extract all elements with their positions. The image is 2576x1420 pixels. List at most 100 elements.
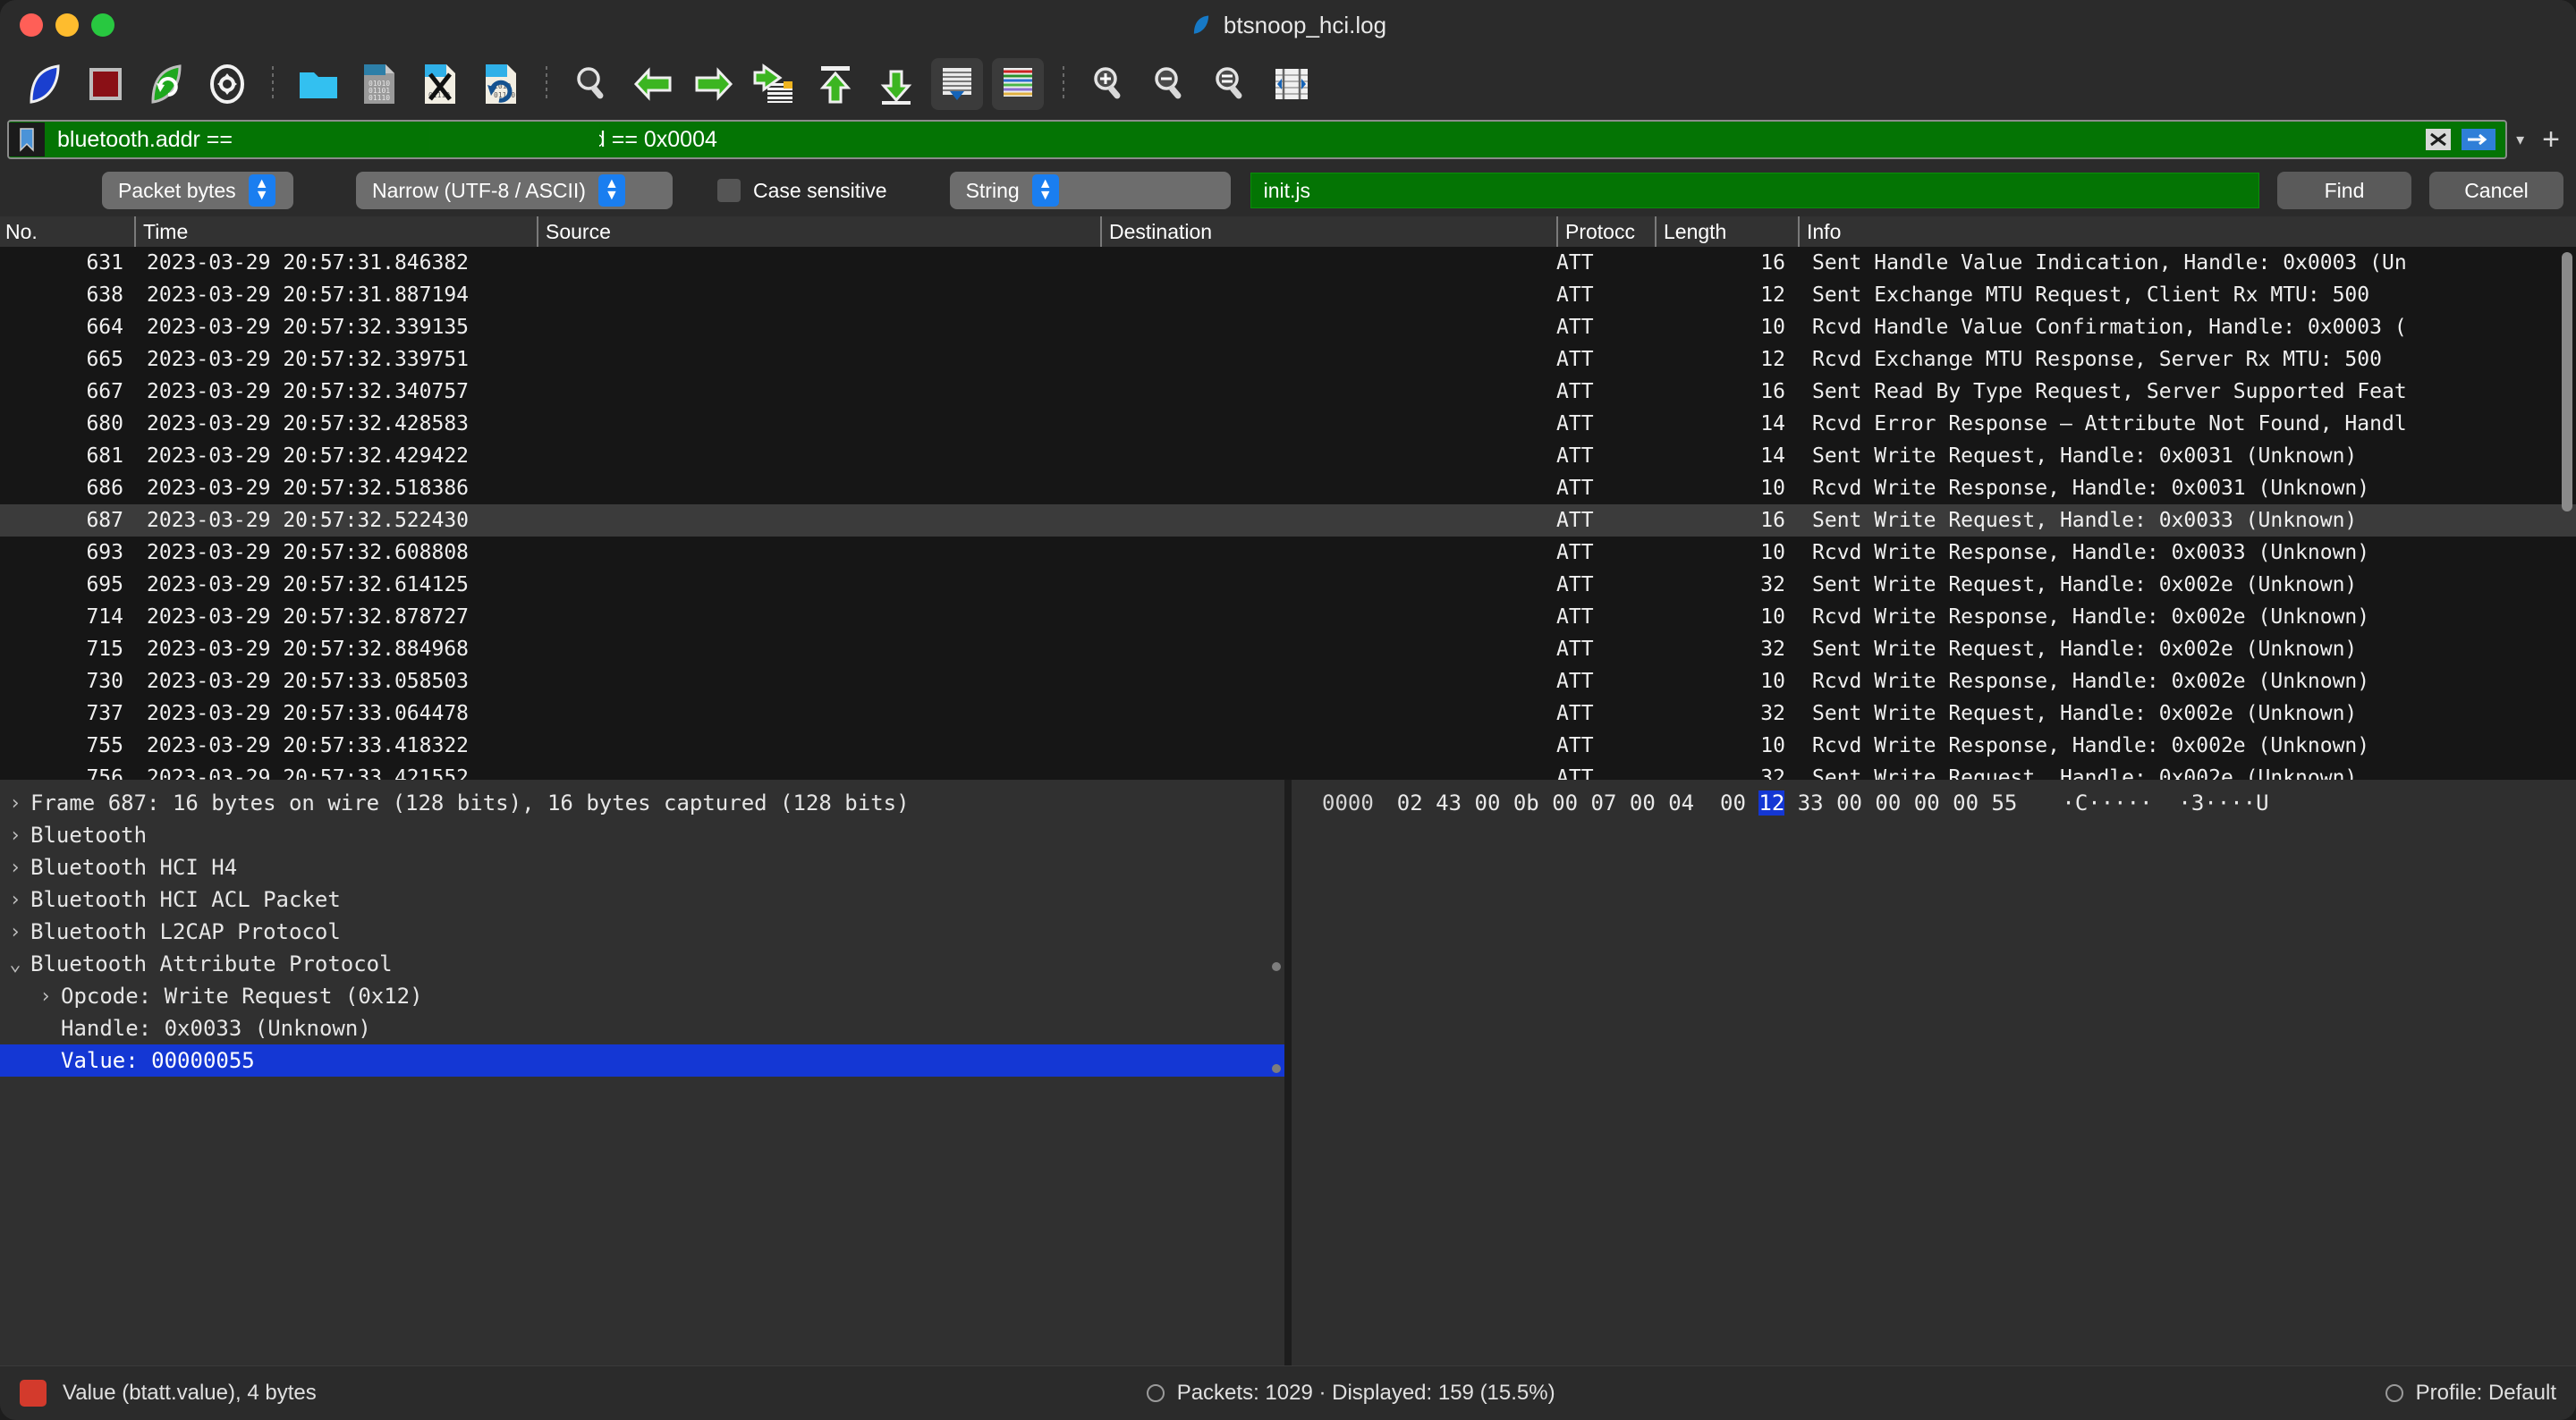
apply-filter-icon[interactable] [2461, 128, 2496, 151]
table-row[interactable]: 680 2023-03-29 20:57:32.428583 ATT 14 Rcvd E… [0, 408, 2576, 440]
scrollbar-thumb[interactable] [2562, 252, 2572, 511]
packet-list-body[interactable]: 631 2023-03-29 20:57:31.846382 ATT 16 Sent H… [0, 247, 2576, 780]
display-filter-input[interactable]: bluetooth.addr == && btl2cap.cid == 0x00… [7, 120, 2508, 159]
find-query-input[interactable]: init.js [1250, 173, 2259, 208]
detail-tree-label: Value: 00000055 [61, 1048, 255, 1073]
close-window-button[interactable] [20, 13, 43, 37]
detail-tree-row[interactable]: ⌄ Bluetooth Attribute Protocol [0, 948, 1284, 980]
column-header-source[interactable]: Source [537, 216, 1100, 247]
zoom-reset-icon[interactable] [1205, 58, 1257, 110]
table-row[interactable]: 737 2023-03-29 20:57:33.064478 ATT 32 Sent W… [0, 697, 2576, 730]
table-row[interactable]: 664 2023-03-29 20:57:32.339135 ATT 10 Rcvd H… [0, 311, 2576, 343]
resize-columns-icon[interactable] [1266, 58, 1318, 110]
zoom-in-icon[interactable] [1083, 58, 1135, 110]
chevron-right-icon[interactable]: › [0, 857, 30, 879]
column-header-no[interactable]: No. [0, 216, 134, 247]
column-header-destination[interactable]: Destination [1100, 216, 1556, 247]
table-row[interactable]: 756 2023-03-29 20:57:33.421552 ATT 32 Sent W… [0, 762, 2576, 780]
find-packet-icon[interactable] [566, 58, 618, 110]
packet-bytes-pane[interactable]: 0000 02 43 00 0b 00 07 00 04 00 12 33 00 … [1292, 780, 2576, 1365]
go-to-first-icon[interactable] [809, 58, 861, 110]
packet-details-pane[interactable]: › Frame 687: 16 bytes on wire (128 bits),… [0, 780, 1284, 1365]
chevron-right-icon[interactable]: › [0, 824, 30, 847]
start-capture-icon[interactable] [19, 58, 71, 110]
cell-length: 32 [1760, 638, 1785, 661]
table-row[interactable]: 686 2023-03-29 20:57:32.518386 ATT 10 Rcvd W… [0, 472, 2576, 504]
detail-tree-row[interactable]: Value: 00000055 [0, 1044, 1284, 1077]
find-search-in-select[interactable]: Packet bytes ▲ ▼ [102, 172, 293, 209]
detail-scroll-knob-bottom[interactable] [1272, 1064, 1281, 1073]
hex-byte-highlighted[interactable]: 12 [1758, 790, 1785, 816]
cell-no: 681 [86, 444, 123, 468]
chevron-right-icon[interactable]: › [0, 889, 30, 911]
table-row[interactable]: 693 2023-03-29 20:57:32.608808 ATT 10 Rcvd W… [0, 537, 2576, 569]
zoom-window-button[interactable] [91, 13, 114, 37]
cell-time: 2023-03-29 20:57:31.846382 [147, 251, 470, 275]
add-filter-button-plus-icon[interactable]: + [2533, 124, 2569, 155]
column-header-time[interactable]: Time [134, 216, 537, 247]
colorize-icon[interactable] [992, 58, 1044, 110]
chevron-right-icon[interactable]: › [0, 921, 30, 943]
table-row[interactable]: 695 2023-03-29 20:57:32.614125 ATT 32 Sent W… [0, 569, 2576, 601]
detail-tree-row[interactable]: › Bluetooth HCI ACL Packet [0, 883, 1284, 916]
save-file-icon[interactable]: 01010 01101 01110 [353, 58, 405, 110]
chevron-right-icon[interactable]: › [0, 792, 30, 815]
detail-tree-row[interactable]: › Opcode: Write Request (0x12) [0, 980, 1284, 1012]
packet-detail-tree[interactable]: › Frame 687: 16 bytes on wire (128 bits),… [0, 780, 1284, 1077]
restart-capture-icon[interactable] [140, 58, 192, 110]
chevron-right-icon[interactable]: › [30, 985, 61, 1008]
cell-protocol: ATT [1556, 702, 1594, 725]
find-button[interactable]: Find [2277, 172, 2411, 209]
chevron-down-icon[interactable]: ⌄ [0, 953, 30, 976]
cell-protocol: ATT [1556, 316, 1594, 339]
cell-no: 665 [86, 348, 123, 371]
cell-length: 16 [1760, 509, 1785, 532]
bookmark-icon[interactable] [9, 123, 45, 156]
table-row[interactable]: 638 2023-03-29 20:57:31.887194 ATT 12 Sent E… [0, 279, 2576, 311]
case-sensitive-checkbox[interactable] [717, 179, 741, 202]
clear-filter-icon[interactable] [2425, 128, 2452, 151]
go-forward-icon[interactable] [688, 58, 740, 110]
filter-history-chevron-down-icon[interactable]: ▾ [2507, 131, 2533, 149]
table-row[interactable]: 715 2023-03-29 20:57:32.884968 ATT 32 Sent W… [0, 633, 2576, 665]
table-row[interactable]: 665 2023-03-29 20:57:32.339751 ATT 12 Rcvd E… [0, 343, 2576, 376]
table-row[interactable]: 755 2023-03-29 20:57:33.418322 ATT 10 Rcvd W… [0, 730, 2576, 762]
stop-capture-icon[interactable] [80, 58, 131, 110]
detail-scroll-knob-top[interactable] [1272, 962, 1281, 971]
column-header-info[interactable]: Info [1798, 216, 2576, 247]
cell-length: 14 [1760, 444, 1785, 468]
table-row[interactable]: 681 2023-03-29 20:57:32.429422 ATT 14 Sent W… [0, 440, 2576, 472]
auto-scroll-icon[interactable] [931, 58, 983, 110]
pane-splitter[interactable] [1284, 780, 1292, 1365]
table-row[interactable]: 730 2023-03-29 20:57:33.058503 ATT 10 Rcvd W… [0, 665, 2576, 697]
go-back-icon[interactable] [627, 58, 679, 110]
column-header-protocol[interactable]: Protocc [1556, 216, 1655, 247]
minimize-window-button[interactable] [55, 13, 79, 37]
column-header-length[interactable]: Length [1655, 216, 1798, 247]
table-row[interactable]: 714 2023-03-29 20:57:32.878727 ATT 10 Rcvd W… [0, 601, 2576, 633]
find-char-width-select[interactable]: Narrow (UTF-8 / ASCII) ▲ ▼ [356, 172, 673, 209]
go-to-packet-icon[interactable] [749, 58, 801, 110]
expert-info-icon[interactable] [20, 1380, 47, 1407]
status-profile[interactable]: Profile: Default [2416, 1381, 2556, 1406]
detail-tree-row[interactable]: › Bluetooth [0, 819, 1284, 851]
table-row[interactable]: 667 2023-03-29 20:57:32.340757 ATT 16 Sent R… [0, 376, 2576, 408]
packet-list[interactable]: No. Time Source Destination Protocc Leng… [0, 216, 2576, 780]
zoom-out-icon[interactable] [1144, 58, 1196, 110]
packet-list-scrollbar[interactable] [2558, 247, 2574, 780]
detail-tree-row[interactable]: › Frame 687: 16 bytes on wire (128 bits),… [0, 787, 1284, 819]
cancel-find-button[interactable]: Cancel [2429, 172, 2563, 209]
open-file-icon[interactable] [292, 58, 344, 110]
table-row[interactable]: 631 2023-03-29 20:57:31.846382 ATT 16 Sent H… [0, 247, 2576, 279]
table-row[interactable]: 687 2023-03-29 20:57:32.522430 ATT 16 Sent W… [0, 504, 2576, 537]
go-to-last-icon[interactable] [870, 58, 922, 110]
reload-file-icon[interactable]: 1010 01110 [475, 58, 527, 110]
find-type-select[interactable]: String ▲ ▼ [949, 172, 1231, 209]
detail-tree-row[interactable]: Handle: 0x0033 (Unknown) [0, 1012, 1284, 1044]
hex-bytes-before: 02 43 00 0b 00 07 00 04 00 [1396, 790, 1759, 816]
close-file-icon[interactable]: 01110 [414, 58, 466, 110]
detail-tree-row[interactable]: › Bluetooth HCI H4 [0, 851, 1284, 883]
capture-options-icon[interactable] [201, 58, 253, 110]
cell-length: 12 [1760, 348, 1785, 371]
detail-tree-row[interactable]: › Bluetooth L2CAP Protocol [0, 916, 1284, 948]
